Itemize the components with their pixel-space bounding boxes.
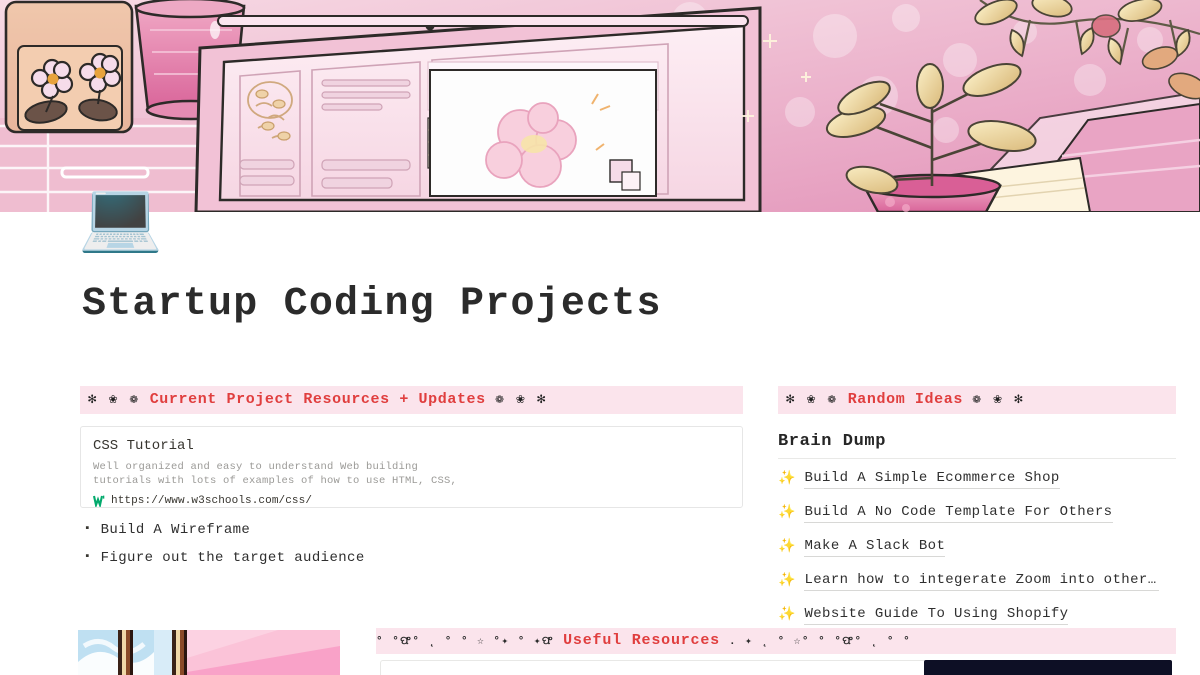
bookmark-description-line1: Well organized and easy to understand We… — [93, 461, 419, 473]
dark-embed-block[interactable] — [924, 660, 1172, 675]
photo-thumbnail[interactable] — [78, 628, 340, 675]
thumbnail-image — [78, 628, 340, 675]
current-project-resources-title: Current Project Resources + Updates — [149, 391, 486, 408]
left-bullet-list: ▪ Build A Wireframe ▪ Figure out the tar… — [80, 522, 743, 578]
list-item[interactable]: ▪ Figure out the target audience — [80, 550, 743, 578]
bookmark-url-row[interactable]: https://www.w3schools.com/css/ — [93, 494, 730, 507]
page-title[interactable]: Startup Coding Projects — [82, 282, 662, 327]
sparkles-icon: ✨ — [778, 573, 796, 589]
list-item[interactable]: ✨ Make A Slack Bot — [778, 533, 1176, 561]
square-bullet-icon: ▪ — [84, 523, 91, 535]
flower-deco-left-icon: ✻ ❀ ❁ — [88, 392, 141, 408]
laptop-icon: 💻 — [78, 183, 163, 260]
bookmark-title: CSS Tutorial — [93, 438, 194, 454]
ideas-list: ✨ Build A Simple Ecommerce Shop ✨ Build … — [778, 465, 1176, 629]
random-ideas-header[interactable]: ✻ ❀ ❁ Random Ideas ❁ ❀ ✻ — [778, 386, 1176, 414]
bookmark-url-text: https://www.w3schools.com/css/ — [111, 494, 313, 507]
bullet-label: Build A Wireframe — [100, 522, 251, 538]
list-item[interactable]: ✨ Learn how to integerate Zoom into othe… — [778, 567, 1176, 595]
idea-label: Learn how to integerate Zoom into other … — [804, 572, 1160, 591]
useful-resources-header[interactable]: ° °ଫ° ˛ ° ° ☆ °✦ ° ✦ଫ Useful Resources .… — [376, 628, 1176, 654]
list-item[interactable]: ✨ Build A Simple Ecommerce Shop — [778, 465, 1176, 493]
left-column: ✻ ❀ ❁ Current Project Resources + Update… — [80, 386, 743, 578]
flower-deco-left-icon: ✻ ❀ ❁ — [786, 392, 839, 408]
brain-dump-heading[interactable]: Brain Dump — [778, 432, 1176, 459]
notion-page: 💻 Startup Coding Projects ✻ ❀ ❁ Current … — [0, 0, 1200, 675]
cover-illustration — [0, 0, 1200, 212]
right-column: ✻ ❀ ❁ Random Ideas ❁ ❀ ✻ Brain Dump ✨ Bu… — [778, 386, 1176, 629]
sparkles-icon: ✨ — [778, 539, 796, 555]
useful-resources-title: Useful Resources — [563, 632, 720, 649]
flower-deco-right-icon: ❁ ❀ ✻ — [495, 392, 548, 408]
idea-label: Make A Slack Bot — [804, 538, 946, 557]
random-ideas-title: Random Ideas — [847, 391, 963, 408]
flower-deco-right-icon: ❁ ❀ ✻ — [972, 392, 1025, 408]
square-bullet-icon: ▪ — [84, 551, 91, 563]
cover-banner — [0, 0, 1200, 212]
list-item[interactable]: ✨ Build A No Code Template For Others — [778, 499, 1176, 527]
bullet-label: Figure out the target audience — [100, 550, 365, 566]
w3schools-favicon-icon — [93, 494, 106, 507]
bottom-row: ° °ଫ° ˛ ° ° ☆ °✦ ° ✦ଫ Useful Resources .… — [0, 620, 1200, 675]
sparkle-deco-right-icon: . ✦ ˛ ° ☆° ° °ଫ° ˛ ° ° — [728, 636, 912, 648]
css-tutorial-bookmark-card[interactable]: CSS Tutorial Well organized and easy to … — [80, 426, 743, 508]
current-project-resources-header[interactable]: ✻ ❀ ❁ Current Project Resources + Update… — [80, 386, 743, 414]
idea-label: Build A Simple Ecommerce Shop — [804, 470, 1060, 489]
sparkles-icon: ✨ — [778, 471, 796, 487]
idea-label: Build A No Code Template For Others — [804, 504, 1113, 523]
sparkle-deco-left-icon: ° °ଫ° ˛ ° ° ☆ °✦ ° ✦ଫ — [376, 636, 555, 648]
bookmark-description-line2: tutorials with lots of examples of how t… — [93, 474, 458, 487]
list-item[interactable]: ▪ Build A Wireframe — [80, 522, 743, 550]
sparkles-icon: ✨ — [778, 505, 796, 521]
